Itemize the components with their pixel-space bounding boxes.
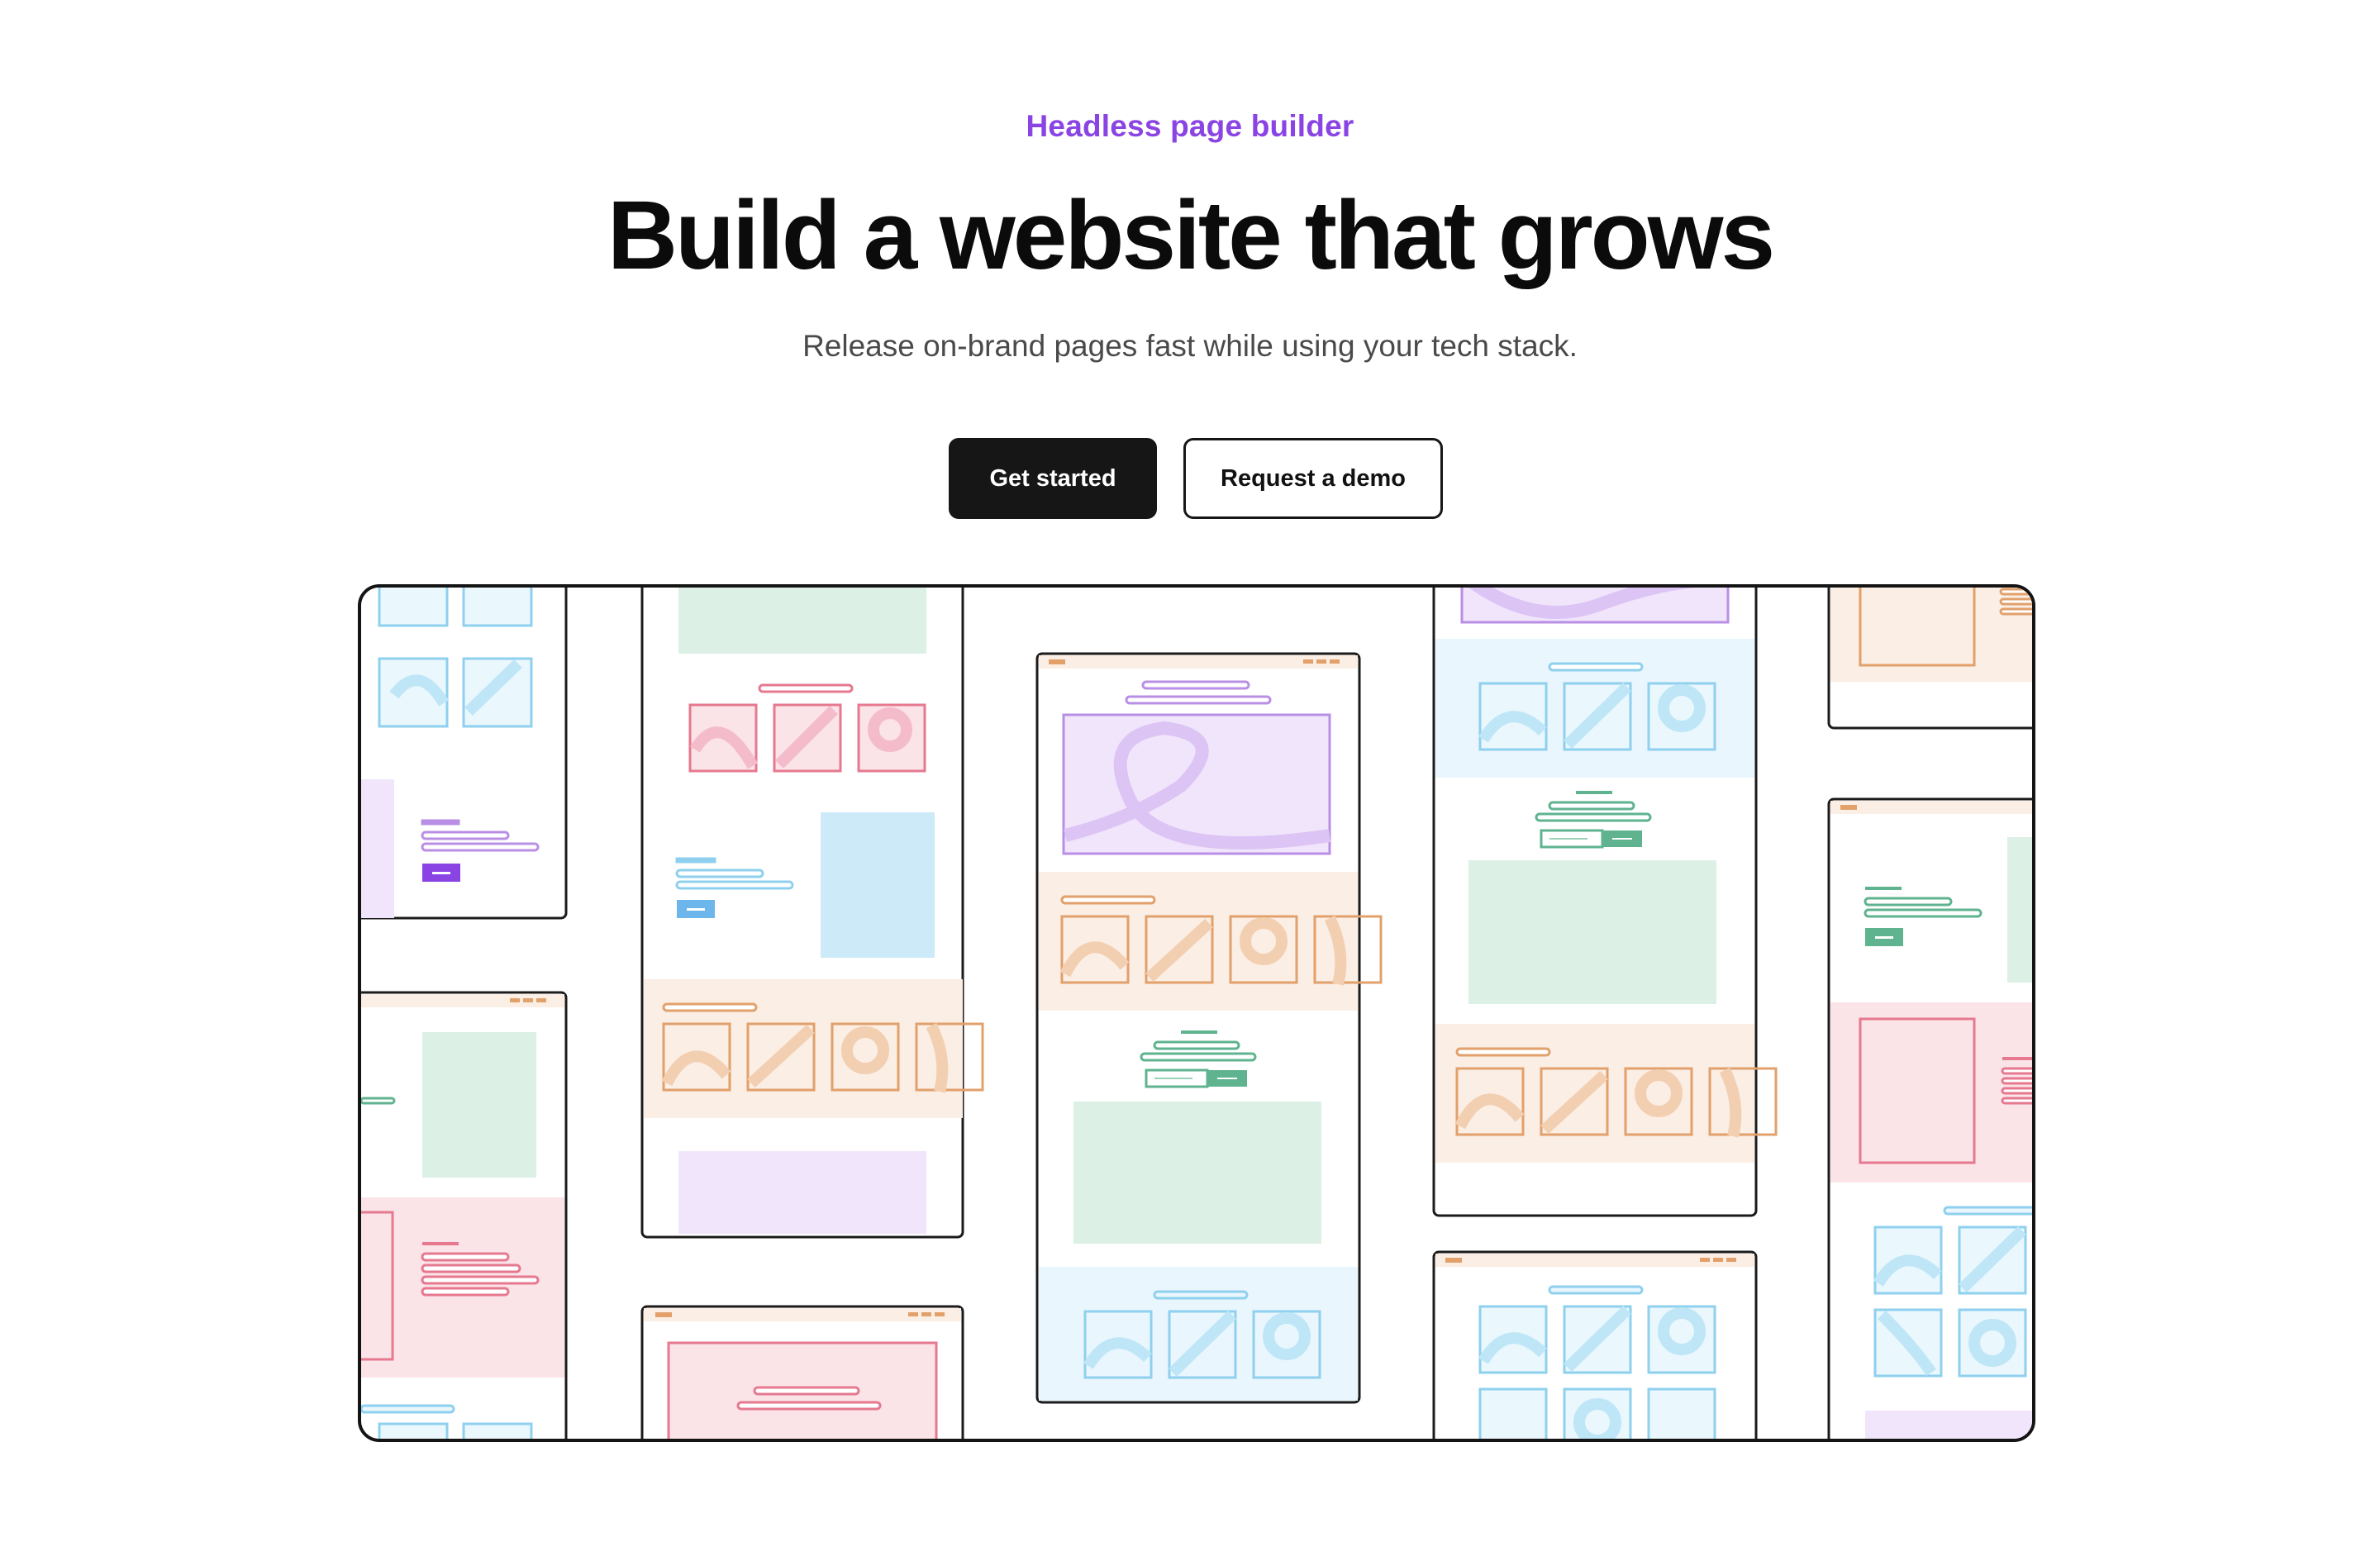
wireframe-page-4 [640,1305,964,1439]
get-started-button[interactable]: Get started [949,438,1157,519]
wireframe-page-3 [640,588,984,1239]
wireframe-page-6 [1432,588,1778,1217]
wireframe-page-1 [361,588,568,920]
page-subtitle: Release on-brand pages fast while using … [802,329,1578,363]
wireframe-illustration: .fr{fill:#fff;stroke:#1b1b1b;stroke-widt… [358,584,2035,1442]
page-title: Build a website that grows [607,181,1775,290]
eyebrow-label: Headless page builder [1026,109,1354,143]
request-demo-button[interactable]: Request a demo [1183,438,1443,519]
wireframe-page-9 [1827,797,2032,1439]
wireframe-page-5 [1035,652,1383,1404]
wireframe-page-7 [1432,1250,1758,1439]
wireframe-collage: .fr{fill:#fff;stroke:#1b1b1b;stroke-widt… [361,588,2032,1439]
wireframe-page-8 [1827,588,2032,730]
wireframe-page-2 [361,991,568,1439]
